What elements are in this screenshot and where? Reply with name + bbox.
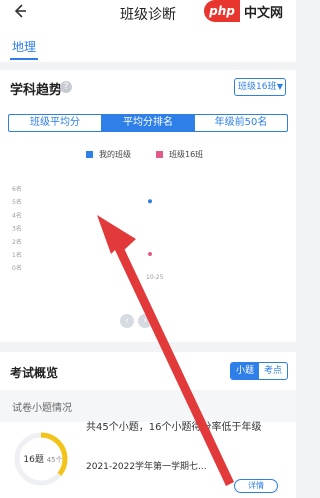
chart-prev-button[interactable]: ‹ xyxy=(120,314,134,328)
legend-swatch xyxy=(156,151,163,158)
segment-average-rank[interactable]: 平均分排名 xyxy=(102,115,195,131)
y-tick-label: 1名 xyxy=(12,251,22,259)
chart-next-button[interactable]: › xyxy=(138,314,152,328)
segment-top-50[interactable]: 年级前50名 xyxy=(195,115,287,131)
legend-label: 班级16班 xyxy=(169,150,204,159)
y-tick-label: 4名 xyxy=(12,211,22,219)
ring-label: 16题 45个 xyxy=(16,452,70,465)
metric-segmented-control: 班级平均分 平均分排名 年级前50名 xyxy=(8,114,288,132)
tab-subject[interactable]: 地理 xyxy=(12,38,36,55)
y-tick-label: 3名 xyxy=(12,225,22,233)
x-tick-label: 10-25 xyxy=(146,274,164,281)
legend-label: 我的班级 xyxy=(99,150,131,159)
toggle-questions[interactable]: 小题 xyxy=(231,363,259,379)
section-title: 学科趋势 xyxy=(10,83,63,98)
class-select-label: 班级16班 xyxy=(238,82,277,92)
chart-legend: 我的班级 班级16班 xyxy=(0,149,296,161)
ring-main: 16题 xyxy=(23,455,44,465)
chevron-down-icon: ▼ xyxy=(276,82,283,91)
ring-total: 45个 xyxy=(46,456,63,464)
subject-trend-card: 学科趋势 ? 班级16班 ▼ 班级平均分 平均分排名 年级前50名 我的班级 班… xyxy=(0,70,296,342)
exam-summary: 共45个小题，16个小题得分率低于年级 xyxy=(86,422,262,433)
legend-swatch xyxy=(86,151,93,158)
class-select[interactable]: 班级16班 ▼ xyxy=(234,78,286,96)
header: 班级诊断 php 中文网 地理 xyxy=(0,0,296,62)
y-tick-label: 5名 xyxy=(12,198,22,206)
sub-header-label: 试卷小题情况 xyxy=(12,403,72,414)
watermark: php 中文网 xyxy=(204,0,296,22)
watermark-logo: php xyxy=(204,0,240,22)
y-tick-label: 0名 xyxy=(12,264,22,272)
section-title: 考试概览 xyxy=(10,366,59,380)
exam-term: 2021-2022学年第一学期七... xyxy=(86,462,207,472)
y-tick-label: 2名 xyxy=(12,238,22,246)
data-point[interactable] xyxy=(148,199,152,204)
y-tick-label: 6名 xyxy=(12,185,22,193)
legend-item-class-16[interactable]: 班级16班 xyxy=(156,149,203,160)
tab-active-indicator xyxy=(10,58,38,60)
rank-chart: 6名 5名 4名 3名 2名 1名 0名 10-25 xyxy=(12,185,164,281)
detail-button[interactable]: 详情 xyxy=(234,479,278,493)
exam-view-toggle: 小题 考点 xyxy=(230,362,288,380)
watermark-text: 中文网 xyxy=(244,6,284,21)
help-icon[interactable]: ? xyxy=(60,81,72,93)
data-point[interactable] xyxy=(148,252,152,256)
exam-overview-card: 考试概览 小题 考点 试卷小题情况 16题 45个 共45个小题，16个小题得分… xyxy=(0,352,296,498)
legend-item-my-class[interactable]: 我的班级 xyxy=(86,149,131,160)
segment-class-average[interactable]: 班级平均分 xyxy=(9,115,102,131)
toggle-knowledge-points[interactable]: 考点 xyxy=(259,363,287,379)
